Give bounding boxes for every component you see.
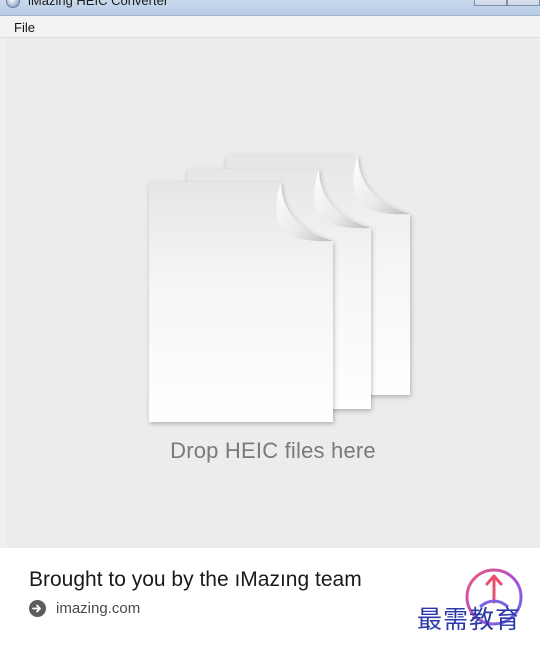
minimize-button[interactable] (474, 0, 507, 6)
watermark-text: 最需教育 (417, 605, 522, 634)
window-controls (474, 0, 540, 6)
footer-banner: Brought to you by the ıMazıng team imazi… (0, 548, 540, 649)
menu-bar: File (0, 16, 540, 38)
app-window: iMazing HEIC Converter File Drop HEIC fi… (0, 0, 540, 649)
app-icon (6, 0, 20, 8)
drop-label: Drop HEIC files here (170, 438, 376, 463)
drop-zone[interactable]: Drop HEIC files here (6, 38, 540, 548)
stacked-documents-icon (149, 155, 410, 422)
window-title: iMazing HEIC Converter (28, 0, 169, 8)
footer-title: Brought to you by the ıMazıng team (29, 568, 362, 591)
imazing-link-text: imazing.com (56, 600, 141, 617)
title-bar: iMazing HEIC Converter (0, 0, 540, 16)
maximize-button[interactable] (507, 0, 540, 6)
menu-item-file[interactable]: File (8, 20, 41, 35)
imazing-link[interactable]: imazing.com (29, 600, 140, 617)
arrow-circle-icon (29, 600, 46, 617)
